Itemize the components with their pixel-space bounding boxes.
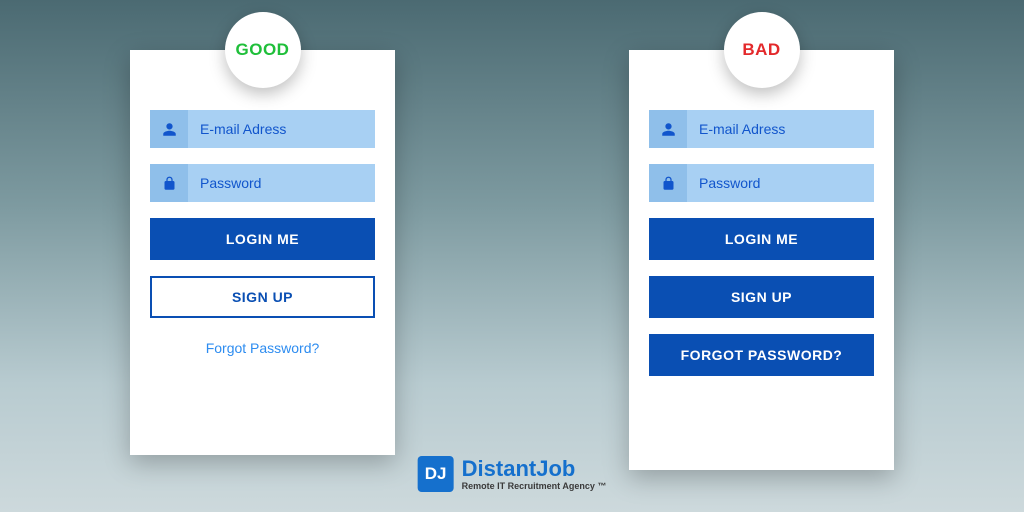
email-field[interactable]: E-mail Adress	[649, 110, 874, 148]
brand-logo: DJ	[418, 456, 454, 492]
good-example-card: GOOD E-mail Adress Password LOGIN ME SIG…	[130, 50, 395, 455]
brand-name: DistantJob	[462, 458, 607, 480]
email-field[interactable]: E-mail Adress	[150, 110, 375, 148]
login-button[interactable]: LOGIN ME	[649, 218, 874, 260]
password-field[interactable]: Password	[649, 164, 874, 202]
user-icon	[649, 110, 687, 148]
password-placeholder: Password	[687, 175, 760, 191]
lock-icon	[649, 164, 687, 202]
password-field[interactable]: Password	[150, 164, 375, 202]
bad-badge: BAD	[724, 12, 800, 88]
email-placeholder: E-mail Adress	[188, 121, 286, 137]
signup-button[interactable]: SIGN UP	[649, 276, 874, 318]
bad-example-card: BAD E-mail Adress Password LOGIN ME SIGN…	[629, 50, 894, 470]
brand-footer: DJ DistantJob Remote IT Recruitment Agen…	[418, 456, 607, 492]
forgot-password-link[interactable]: Forgot Password?	[150, 340, 375, 356]
brand-tagline: Remote IT Recruitment Agency ™	[462, 482, 607, 491]
comparison-container: GOOD E-mail Adress Password LOGIN ME SIG…	[0, 0, 1024, 512]
signup-button[interactable]: SIGN UP	[150, 276, 375, 318]
brand-text: DistantJob Remote IT Recruitment Agency …	[462, 458, 607, 491]
login-button[interactable]: LOGIN ME	[150, 218, 375, 260]
password-placeholder: Password	[188, 175, 261, 191]
badge-wrap: BAD	[724, 12, 800, 88]
lock-icon	[150, 164, 188, 202]
email-placeholder: E-mail Adress	[687, 121, 785, 137]
user-icon	[150, 110, 188, 148]
good-badge: GOOD	[225, 12, 301, 88]
forgot-password-button[interactable]: FORGOT PASSWORD?	[649, 334, 874, 376]
badge-wrap: GOOD	[225, 12, 301, 88]
